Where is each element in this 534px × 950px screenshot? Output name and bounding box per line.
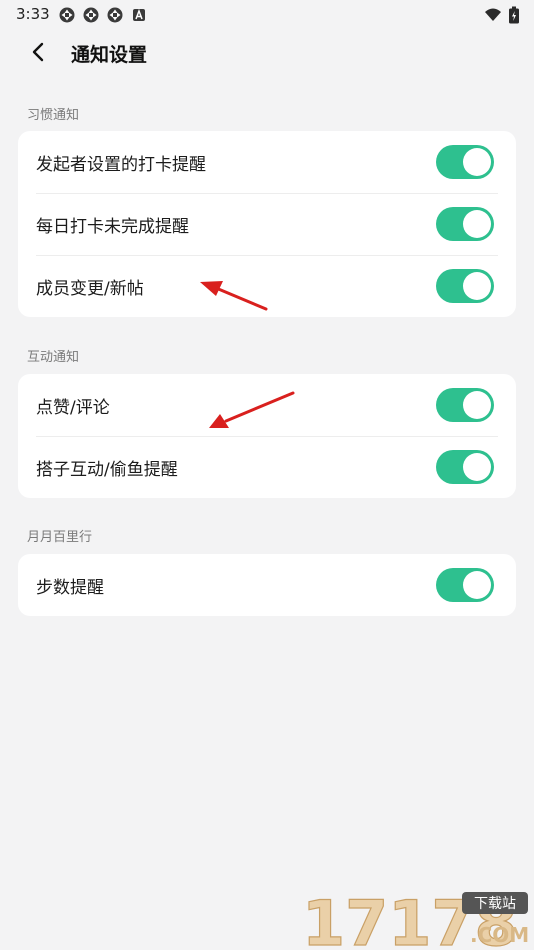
setting-row: 搭子互动/偷鱼提醒 [18, 436, 516, 498]
toggle-switch[interactable] [436, 568, 494, 602]
setting-row: 步数提醒 [18, 554, 516, 616]
status-icons-left [58, 6, 148, 24]
toggle-knob [463, 272, 491, 300]
toggle-switch[interactable] [436, 388, 494, 422]
sync-icon [107, 7, 123, 23]
chevron-left-icon[interactable] [26, 39, 52, 65]
watermark-badge: 下载站 [474, 896, 516, 912]
card-interaction-notifications: 点赞/评论 搭子互动/偷鱼提醒 [18, 374, 516, 498]
watermark-domain: .COM [470, 923, 529, 947]
section-label-habit: 习惯通知 [27, 108, 80, 123]
card-monthly-walk: 步数提醒 [18, 554, 516, 616]
wifi-icon [485, 8, 501, 21]
setting-label: 搭子互动/偷鱼提醒 [36, 459, 178, 480]
toggle-knob [463, 210, 491, 238]
setting-label: 点赞/评论 [36, 397, 110, 418]
toggle-switch[interactable] [436, 269, 494, 303]
setting-row: 点赞/评论 [18, 374, 516, 436]
setting-label: 步数提醒 [36, 577, 104, 598]
section-label-monthly-walk: 月月百里行 [27, 530, 93, 545]
setting-row: 发起者设置的打卡提醒 [18, 131, 516, 193]
setting-label: 成员变更/新帖 [36, 278, 144, 299]
setting-row: 每日打卡未完成提醒 [18, 193, 516, 255]
setting-row: 成员变更/新帖 [18, 255, 516, 317]
toggle-knob [463, 453, 491, 481]
status-bar: 3:33 [0, 0, 534, 28]
setting-label: 发起者设置的打卡提醒 [36, 154, 206, 175]
a-badge-icon [133, 8, 145, 21]
header: 通知设置 [0, 30, 534, 74]
toggle-knob [463, 391, 491, 419]
sync-icon [59, 7, 75, 23]
toggle-switch[interactable] [436, 450, 494, 484]
setting-label: 每日打卡未完成提醒 [36, 216, 189, 237]
toggle-switch[interactable] [436, 145, 494, 179]
toggle-switch[interactable] [436, 207, 494, 241]
section-label-interaction: 互动通知 [27, 350, 80, 365]
sync-icon [83, 7, 99, 23]
toggle-knob [463, 148, 491, 176]
card-habit-notifications: 发起者设置的打卡提醒 每日打卡未完成提醒 成员变更/新帖 [18, 131, 516, 317]
status-icons-right [484, 6, 520, 24]
toggle-knob [463, 571, 491, 599]
page-title: 通知设置 [71, 44, 148, 66]
watermark-logo: 17178 下载站 .COM [302, 890, 529, 948]
status-time: 3:33 [16, 5, 50, 23]
battery-icon [509, 6, 519, 24]
